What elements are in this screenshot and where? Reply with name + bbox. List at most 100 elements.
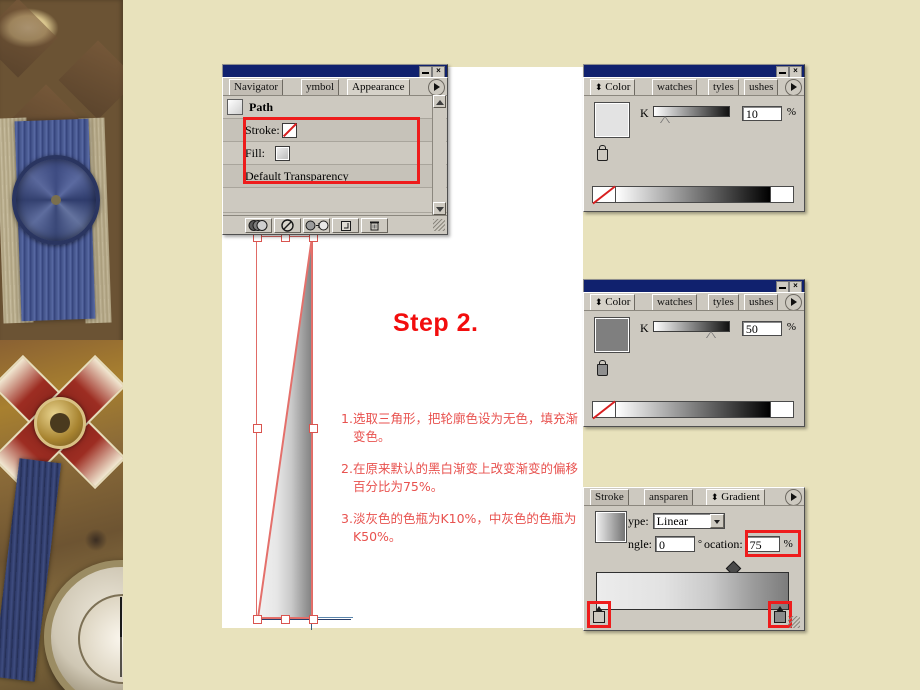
- color-panel-k10[interactable]: × ⬍ Color watches tyles ushes K 10 %: [583, 64, 805, 212]
- appearance-row-empty: [223, 188, 447, 213]
- appearance-panel-toolbar[interactable]: [223, 215, 447, 234]
- tab-transparency[interactable]: ansparen: [644, 489, 694, 505]
- note-number: 1.: [341, 411, 353, 426]
- note-text: 在原来默认的黑白渐变上改变渐变的偏移百分比为75%。: [352, 461, 578, 494]
- tab-appearance[interactable]: Appearance: [347, 79, 410, 95]
- location-label: ocation:: [704, 536, 743, 551]
- rosette-graphic: [12, 155, 100, 245]
- tab-brushes[interactable]: ushes: [744, 294, 779, 310]
- gradient-ramp-bar[interactable]: [596, 572, 789, 610]
- powerpoint-slide: Step 2. 1. 选取三角形，把轮廓色设为无色，填充渐变色。 2. 在原来默…: [0, 0, 920, 690]
- tab-symbols[interactable]: ymbol: [301, 79, 340, 95]
- delete-selected-item-icon[interactable]: [361, 217, 388, 233]
- eyedropper-icon[interactable]: [596, 360, 608, 376]
- reduce-to-basic-appearance-icon[interactable]: [303, 217, 330, 233]
- new-art-maintains-appearance-icon[interactable]: [245, 217, 272, 233]
- appearance-panel-tabs[interactable]: Navigator ymbol Appearance: [223, 78, 447, 96]
- panel-menu-icon[interactable]: [785, 489, 802, 505]
- tab-brushes[interactable]: ushes: [744, 79, 779, 95]
- tab-navigator[interactable]: Navigator: [229, 79, 283, 95]
- tab-color[interactable]: ⬍ Color: [590, 294, 636, 310]
- k-slider-thumb[interactable]: [705, 331, 716, 338]
- gradient-panel-tabs[interactable]: Stroke ansparen ⬍ Gradient: [584, 488, 804, 506]
- scroll-up-icon[interactable]: [433, 95, 446, 108]
- instruction-notes: 1. 选取三角形，把轮廓色设为无色，填充渐变色。 2. 在原来默认的黑白渐变上改…: [341, 410, 581, 560]
- tab-grip-icon: ⬍: [595, 82, 603, 92]
- none-color-icon[interactable]: [593, 187, 616, 202]
- gradient-angle-field[interactable]: 0: [655, 536, 695, 552]
- tab-color[interactable]: ⬍ Color: [590, 79, 636, 95]
- percent-label: %: [786, 321, 796, 333]
- color-panel-k50[interactable]: × ⬍ Color watches tyles ushes K 50 %: [583, 279, 805, 427]
- tab-swatches[interactable]: watches: [652, 294, 698, 310]
- channel-label: K: [640, 106, 649, 120]
- grayscale-ramp[interactable]: [616, 187, 770, 202]
- tab-styles[interactable]: tyles: [708, 294, 739, 310]
- gradient-type-value: Linear: [656, 513, 688, 528]
- selection-handle[interactable]: [309, 424, 318, 433]
- tab-label: Gradient: [721, 491, 760, 503]
- white-color-icon[interactable]: [770, 187, 793, 202]
- none-color-icon[interactable]: [593, 402, 616, 417]
- tab-gradient[interactable]: ⬍ Gradient: [706, 489, 765, 505]
- panel-menu-icon[interactable]: [785, 294, 802, 310]
- color-spectrum-bar[interactable]: [592, 186, 794, 203]
- gradient-panel[interactable]: Stroke ansparen ⬍ Gradient ype: Linear n…: [583, 487, 805, 631]
- resize-grip-icon[interactable]: [788, 616, 800, 628]
- decorative-photo-border: [0, 0, 123, 690]
- white-color-icon[interactable]: [770, 402, 793, 417]
- scroll-down-icon[interactable]: [433, 202, 446, 215]
- tab-label: Color: [605, 81, 631, 93]
- highlight-box-appearance: [243, 117, 420, 184]
- color-spectrum-bar[interactable]: [592, 401, 794, 418]
- eyedropper-icon[interactable]: [596, 145, 608, 161]
- fill-color-swatch[interactable]: [594, 317, 630, 353]
- panel-menu-icon[interactable]: [428, 79, 445, 95]
- tab-grip-icon: ⬍: [595, 297, 603, 307]
- type-label: ype:: [628, 513, 649, 528]
- appearance-row-label: Path: [249, 99, 273, 114]
- channel-label: K: [640, 321, 649, 335]
- path-thumbnail-icon: [227, 99, 243, 115]
- chevron-down-icon[interactable]: [709, 514, 724, 528]
- duplicate-selected-item-icon[interactable]: [332, 217, 359, 233]
- grayscale-ramp[interactable]: [616, 402, 770, 417]
- appearance-panel-scrollbar[interactable]: [432, 95, 446, 215]
- color-panel-titlebar[interactable]: ×: [583, 279, 805, 293]
- note-text: 选取三角形，把轮廓色设为无色，填充渐变色。: [352, 411, 578, 444]
- clear-appearance-icon[interactable]: [274, 217, 301, 233]
- color-panel-titlebar[interactable]: ×: [583, 64, 805, 78]
- selection-handle[interactable]: [281, 615, 290, 624]
- panel-menu-icon[interactable]: [785, 79, 802, 95]
- k-slider-track[interactable]: [652, 321, 730, 332]
- appearance-row-path[interactable]: Path: [223, 96, 447, 119]
- highlight-box-stop-start: [587, 601, 611, 628]
- appearance-panel[interactable]: × Navigator ymbol Appearance Path Stroke…: [222, 64, 448, 235]
- selection-handle[interactable]: [253, 424, 262, 433]
- selection-handle[interactable]: [309, 615, 318, 624]
- degree-symbol: °: [698, 538, 702, 550]
- angle-label: ngle:: [628, 536, 652, 551]
- resize-grip-icon[interactable]: [433, 219, 445, 231]
- appearance-panel-titlebar[interactable]: ×: [222, 64, 448, 78]
- highlight-box-location: [745, 530, 801, 557]
- list-item: 1. 选取三角形，把轮廓色设为无色，填充渐变色。: [341, 410, 581, 446]
- tab-stroke[interactable]: Stroke: [590, 489, 629, 505]
- color-panel-tabs[interactable]: ⬍ Color watches tyles ushes: [584, 293, 804, 311]
- k-value-field[interactable]: 50: [741, 321, 782, 336]
- k-value-field[interactable]: 10: [741, 106, 782, 121]
- gradient-type-select[interactable]: Linear: [652, 513, 725, 529]
- k-slider-thumb[interactable]: [659, 116, 670, 123]
- color-panel-tabs[interactable]: ⬍ Color watches tyles ushes: [584, 78, 804, 96]
- tab-styles[interactable]: tyles: [708, 79, 739, 95]
- tab-grip-icon: ⬍: [711, 492, 719, 502]
- percent-label: %: [786, 106, 796, 118]
- gradient-thumbnail[interactable]: [595, 511, 627, 543]
- fill-color-swatch[interactable]: [594, 102, 630, 138]
- tab-label: Color: [605, 296, 631, 308]
- note-text: 淡灰色的色瓶为K10%，中灰色的色瓶为K50%。: [352, 511, 577, 544]
- note-number: 3.: [341, 511, 353, 526]
- selection-handle[interactable]: [253, 615, 262, 624]
- selection-bounding-box: [256, 236, 313, 619]
- tab-swatches[interactable]: watches: [652, 79, 698, 95]
